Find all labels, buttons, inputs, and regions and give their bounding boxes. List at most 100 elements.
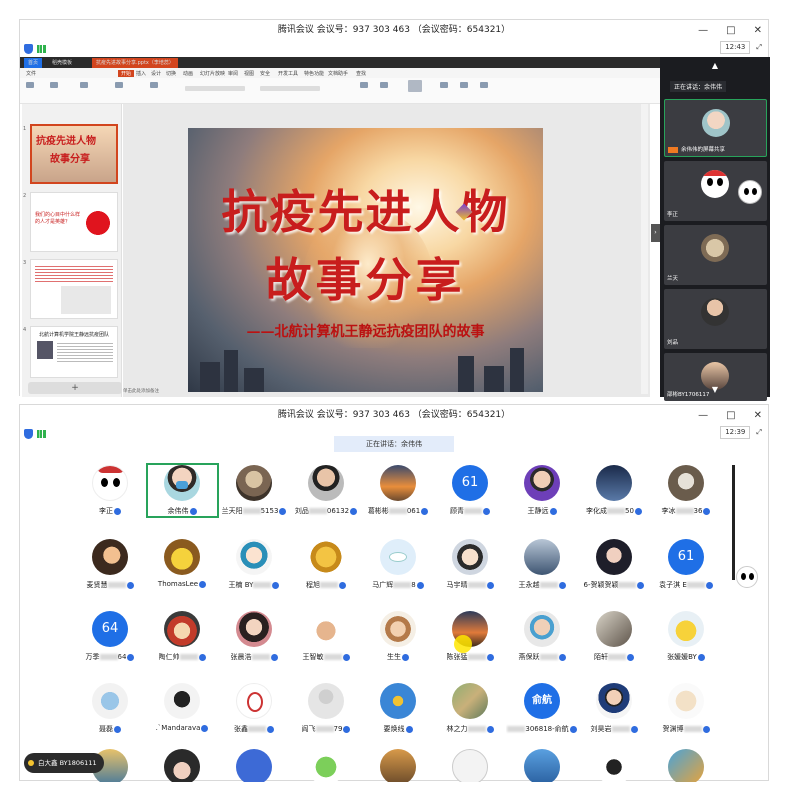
menu-design[interactable]: 设计 bbox=[151, 70, 161, 77]
participant-tile[interactable]: 张晨浩 bbox=[218, 611, 290, 673]
participant-tile[interactable]: 马广辉 8 bbox=[362, 539, 434, 601]
new-slide-icon[interactable] bbox=[115, 82, 123, 88]
menu-transition[interactable]: 切换 bbox=[166, 70, 176, 77]
arrange-icon[interactable] bbox=[408, 80, 422, 92]
participant-tile[interactable]: 61 袁子淇 E bbox=[650, 539, 722, 601]
participant-tile[interactable]: 贺渊博 bbox=[650, 683, 722, 745]
close-button[interactable]: ✕ bbox=[754, 405, 762, 426]
format-painter-icon[interactable] bbox=[80, 82, 88, 88]
participant-tile[interactable] bbox=[146, 749, 218, 782]
video-tile[interactable]: 兰天 bbox=[664, 225, 767, 285]
slide-thumb-2[interactable]: 我们的心目中什么样的人才是英雄？ bbox=[30, 192, 118, 252]
participant-tile[interactable]: 陶仁帅 bbox=[146, 611, 218, 673]
menu-search[interactable]: 查找 bbox=[356, 70, 366, 77]
ppt-tab-document[interactable]: 抗疫先进故事分享.pptx（李培蕊） bbox=[92, 58, 178, 68]
participant-tile[interactable] bbox=[218, 749, 290, 782]
participant-tile[interactable]: 聂磊 bbox=[74, 683, 146, 745]
participant-tile[interactable] bbox=[578, 749, 650, 782]
cut-icon[interactable] bbox=[50, 82, 58, 88]
participant-tile[interactable]: 陌轩 bbox=[578, 611, 650, 673]
slide-main[interactable]: 抗疫先进人物 故事分享 ——北航计算机王静远抗疫团队的故事 bbox=[188, 128, 543, 392]
slideshow-icon[interactable] bbox=[440, 82, 448, 88]
ppt-tab-docer[interactable]: 稻壳模板 bbox=[48, 58, 76, 68]
floating-avatar-icon[interactable] bbox=[738, 180, 762, 204]
menu-review[interactable]: 审阅 bbox=[228, 70, 238, 77]
menu-devtools[interactable]: 开发工具 bbox=[278, 70, 298, 77]
menu-animation[interactable]: 动画 bbox=[183, 70, 193, 77]
participant-tile[interactable]: 李化成 50 bbox=[578, 465, 650, 527]
grid-scrollbar[interactable] bbox=[732, 465, 735, 580]
text-box-icon[interactable] bbox=[360, 82, 368, 88]
participant-tile[interactable]: 程旭 bbox=[290, 539, 362, 601]
collapse-panel-button[interactable]: › bbox=[651, 224, 660, 242]
participant-tile[interactable]: 64 万季 64 bbox=[74, 611, 146, 673]
participant-tile[interactable]: 王静远 bbox=[506, 465, 578, 527]
paragraph-tools[interactable] bbox=[260, 86, 320, 91]
participant-name: 李正 bbox=[74, 506, 146, 516]
participant-tile[interactable]: ThomasLee bbox=[146, 539, 218, 601]
minimize-button[interactable]: — bbox=[698, 20, 708, 41]
participant-tile[interactable]: 张媛媛BY bbox=[650, 611, 722, 673]
participant-tile[interactable] bbox=[290, 749, 362, 782]
close-button[interactable]: ✕ bbox=[754, 20, 762, 41]
canvas-scrollbar[interactable] bbox=[641, 104, 648, 394]
menu-start[interactable]: 开始 bbox=[118, 70, 135, 77]
participant-tile[interactable]: 俞航 306818-俞航 bbox=[506, 683, 578, 745]
participant-tile[interactable]: 王永越 bbox=[506, 539, 578, 601]
add-slide-button[interactable]: + bbox=[28, 382, 122, 394]
font-select[interactable] bbox=[185, 86, 245, 91]
participant-tile[interactable]: 王楠 BY bbox=[218, 539, 290, 601]
participant-tile[interactable]: .`Mandarava bbox=[146, 683, 218, 745]
participant-tile[interactable]: 马宇晴 bbox=[434, 539, 506, 601]
menu-view[interactable]: 视图 bbox=[244, 70, 254, 77]
menu-file[interactable]: 文件 bbox=[26, 70, 36, 77]
maximize-button[interactable]: □ bbox=[726, 20, 735, 41]
notes-field[interactable]: 单击此处添加备注 bbox=[123, 388, 159, 394]
maximize-button[interactable]: □ bbox=[726, 405, 735, 426]
menu-features[interactable]: 特色功能 bbox=[304, 70, 324, 77]
ppt-tab-home[interactable]: 首页 bbox=[24, 58, 43, 68]
participant-tile[interactable]: 阎飞 79 bbox=[290, 683, 362, 745]
participant-tile[interactable] bbox=[650, 749, 722, 782]
slide-thumb-4[interactable]: 北航计算机学院王静远抗疫团队 bbox=[30, 326, 118, 378]
participant-tile[interactable] bbox=[434, 749, 506, 782]
participant-tile[interactable]: 61 顾青 bbox=[434, 465, 506, 527]
participant-tile[interactable]: 张鑫 bbox=[218, 683, 290, 745]
menu-slideshow[interactable]: 幻灯片放映 bbox=[200, 70, 225, 77]
participant-tile[interactable]: 刘品 06132 bbox=[290, 465, 362, 527]
participant-tile[interactable]: 兰天阳 5153 bbox=[218, 465, 290, 527]
participant-tile[interactable]: 李冰 36 bbox=[650, 465, 722, 527]
mic-icon bbox=[558, 581, 566, 589]
paste-icon[interactable] bbox=[26, 82, 34, 88]
participant-tile[interactable]: 余伟伟 bbox=[146, 465, 218, 527]
layout-icon[interactable] bbox=[150, 82, 158, 88]
menu-assistant[interactable]: 文档助手 bbox=[328, 70, 348, 77]
participant-tile[interactable]: 王智敏 bbox=[290, 611, 362, 673]
slide-thumb-3[interactable] bbox=[30, 259, 118, 319]
participant-tile[interactable]: 李正 bbox=[74, 465, 146, 527]
menu-insert[interactable]: 插入 bbox=[136, 70, 146, 77]
shape-icon[interactable] bbox=[380, 82, 388, 88]
participant-tile[interactable]: 生生 bbox=[362, 611, 434, 673]
participant-tile[interactable]: 6-贺颖贺颖 bbox=[578, 539, 650, 601]
select-pane-icon[interactable] bbox=[480, 82, 488, 88]
participant-tile[interactable]: 林之力 bbox=[434, 683, 506, 745]
video-tile-share[interactable]: 余伟伟的屏幕共享 bbox=[664, 99, 767, 157]
participant-tile[interactable]: 刘昊岩 bbox=[578, 683, 650, 745]
participant-tile[interactable] bbox=[362, 749, 434, 782]
fullscreen-icon[interactable]: ⤢ bbox=[756, 428, 762, 437]
scroll-up-icon[interactable]: ▲ bbox=[660, 61, 770, 70]
floating-avatar-icon[interactable] bbox=[736, 566, 758, 588]
replace-icon[interactable] bbox=[460, 82, 468, 88]
video-tile[interactable]: 刘品 bbox=[664, 289, 767, 349]
scroll-down-icon[interactable]: ▼ bbox=[660, 385, 770, 394]
participant-tile[interactable]: 要焕线 bbox=[362, 683, 434, 745]
minimize-button[interactable]: — bbox=[698, 405, 708, 426]
participant-tile[interactable]: 燕保跃 bbox=[506, 611, 578, 673]
participant-tile[interactable] bbox=[506, 749, 578, 782]
slide-thumb-1[interactable]: 抗疫先进人物 故事分享 bbox=[30, 124, 118, 184]
menu-security[interactable]: 安全 bbox=[260, 70, 270, 77]
participant-tile[interactable]: 葛彬彬 061 bbox=[362, 465, 434, 527]
fullscreen-icon[interactable]: ⤢ bbox=[756, 43, 762, 52]
participant-tile[interactable]: 麦贤慧 bbox=[74, 539, 146, 601]
